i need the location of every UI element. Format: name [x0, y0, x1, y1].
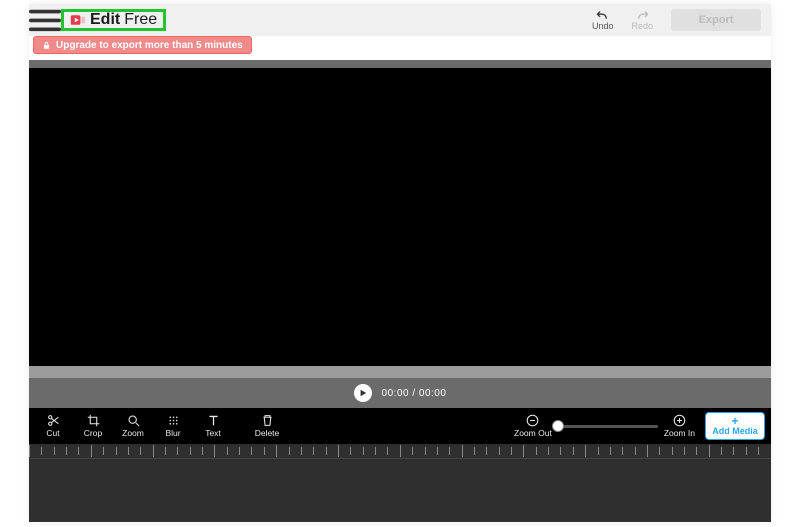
- zoom-in-label: Zoom In: [664, 428, 695, 438]
- timeline-ruler[interactable]: [29, 444, 771, 458]
- blur-label: Blur: [165, 428, 180, 438]
- add-media-button[interactable]: + Add Media: [705, 412, 765, 440]
- redo-button[interactable]: Redo: [631, 9, 653, 31]
- zoom-group: Zoom Out Zoom In + Add Media: [514, 412, 765, 440]
- scissors-icon: [47, 414, 60, 427]
- zoom-slider-track: [558, 425, 658, 428]
- preview-letterbox-top: [29, 60, 771, 68]
- blur-button[interactable]: Blur: [155, 414, 191, 438]
- logo-text-secondary: Free: [124, 11, 157, 29]
- timeline-body[interactable]: [29, 458, 771, 522]
- add-media-label: Add Media: [712, 426, 758, 436]
- text-label: Text: [205, 428, 221, 438]
- blur-icon: [167, 414, 180, 427]
- plus-icon: +: [731, 416, 738, 426]
- play-icon: [359, 389, 367, 397]
- zoom-in-button[interactable]: Zoom In: [664, 414, 695, 438]
- logo-icon: [70, 12, 86, 28]
- zoom-in-icon: [673, 414, 686, 427]
- banner-row: Upgrade to export more than 5 minutes: [29, 36, 771, 60]
- video-canvas[interactable]: [29, 68, 771, 366]
- zoom-out-label: Zoom Out: [514, 428, 552, 438]
- crop-button[interactable]: Crop: [75, 414, 111, 438]
- timecode: 00:00 / 00:00: [382, 388, 447, 399]
- zoom-out-icon: [526, 414, 539, 427]
- play-button[interactable]: [354, 384, 372, 402]
- undo-redo-group: Undo Redo: [592, 9, 653, 31]
- undo-button[interactable]: Undo: [592, 9, 614, 31]
- trash-icon: [261, 414, 274, 427]
- topbar: EditFree Undo Redo Export: [29, 4, 771, 36]
- text-button[interactable]: Text: [195, 414, 231, 438]
- upgrade-banner[interactable]: Upgrade to export more than 5 minutes: [33, 36, 252, 54]
- lock-icon: [42, 41, 51, 50]
- delete-button[interactable]: Delete: [249, 414, 285, 438]
- zoom-slider-thumb[interactable]: [552, 420, 564, 432]
- export-label: Export: [699, 14, 734, 26]
- upgrade-text: Upgrade to export more than 5 minutes: [56, 40, 243, 51]
- app-logo-highlight: EditFree: [61, 9, 166, 31]
- menu-icon[interactable]: [29, 8, 61, 33]
- zoom-button[interactable]: Zoom: [115, 414, 151, 438]
- undo-label: Undo: [592, 21, 614, 31]
- crop-icon: [87, 414, 100, 427]
- toolbar: Cut Crop Zoom Blur Text Delete Zoom Out: [29, 408, 771, 444]
- app-window: EditFree Undo Redo Export Upgrade to exp…: [29, 4, 771, 523]
- cut-label: Cut: [46, 428, 59, 438]
- preview-zone: 00:00 / 00:00: [29, 60, 771, 408]
- redo-label: Redo: [631, 21, 653, 31]
- export-button[interactable]: Export: [671, 9, 761, 31]
- zoom-out-button[interactable]: Zoom Out: [514, 414, 552, 438]
- zoom-slider[interactable]: [558, 425, 658, 428]
- magnifier-icon: [127, 414, 140, 427]
- preview-letterbox-bottom: [29, 366, 771, 378]
- cut-button[interactable]: Cut: [35, 414, 71, 438]
- text-icon: [207, 414, 220, 427]
- delete-label: Delete: [255, 428, 280, 438]
- zoom-label: Zoom: [122, 428, 144, 438]
- playbar: 00:00 / 00:00: [29, 378, 771, 408]
- crop-label: Crop: [84, 428, 102, 438]
- logo-text-primary: Edit: [90, 11, 120, 29]
